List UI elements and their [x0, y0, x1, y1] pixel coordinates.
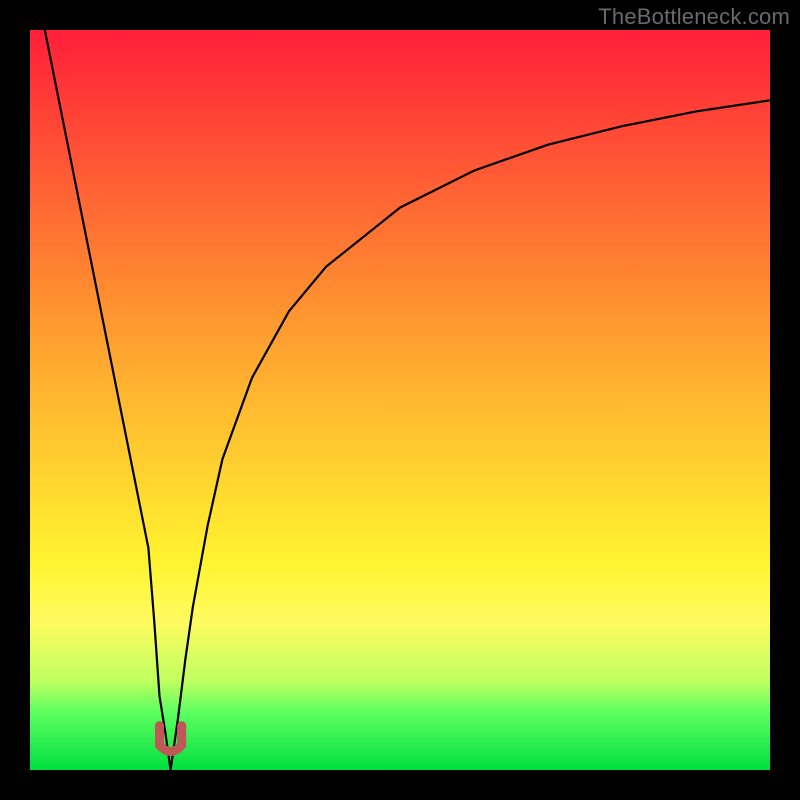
chart-frame: TheBottleneck.com	[0, 0, 800, 800]
plot-area	[30, 30, 770, 770]
minimum-u-marker	[160, 726, 182, 752]
bottleneck-curve	[30, 30, 770, 770]
curve-path	[45, 30, 770, 770]
watermark-text: TheBottleneck.com	[598, 4, 790, 30]
